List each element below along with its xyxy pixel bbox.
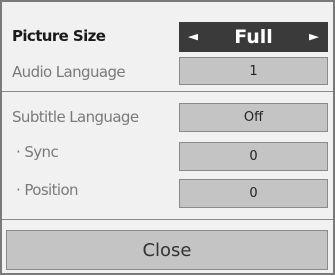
sync-value[interactable]: 0 (179, 142, 328, 171)
picture-size-row[interactable]: Picture Size ◄ Full ► (2, 22, 333, 52)
arrow-left-icon[interactable]: ◄ (188, 30, 198, 45)
section-divider (2, 91, 333, 92)
audio-language-row[interactable]: Audio Language 1 (2, 55, 333, 85)
subtitle-language-row[interactable]: Subtitle Language Off (2, 102, 333, 132)
picture-size-label: Picture Size (12, 27, 106, 45)
audio-language-value[interactable]: 1 (179, 57, 328, 85)
options-menu-panel: Picture Size ◄ Full ► Audio Language 1 S… (0, 0, 335, 275)
subtitle-language-value[interactable]: Off (179, 103, 328, 132)
sync-label: · Sync (16, 143, 59, 161)
position-value[interactable]: 0 (179, 179, 328, 208)
position-row[interactable]: · Position 0 (2, 177, 333, 208)
picture-size-value: Full (234, 26, 273, 48)
arrow-right-icon[interactable]: ► (309, 30, 319, 45)
close-button[interactable]: Close (6, 230, 328, 270)
subtitle-language-label: Subtitle Language (12, 108, 139, 126)
sync-row[interactable]: · Sync 0 (2, 140, 333, 171)
position-label: · Position (16, 181, 79, 199)
audio-language-label: Audio Language (12, 63, 126, 81)
picture-size-selector[interactable]: ◄ Full ► (179, 22, 328, 52)
section-divider (2, 219, 333, 220)
